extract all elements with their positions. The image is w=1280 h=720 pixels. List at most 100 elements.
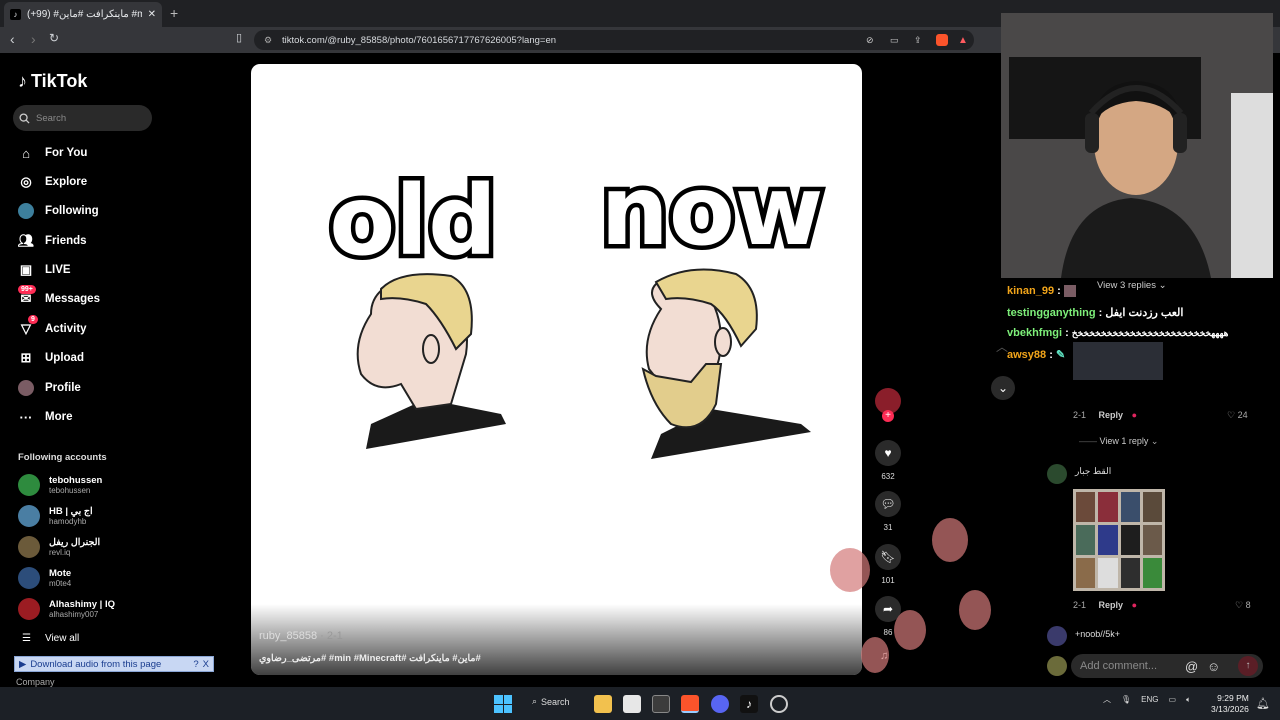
reply-button[interactable]: Reply (1099, 600, 1124, 610)
nav-friends[interactable]: 👥︎ Friends (18, 231, 87, 251)
notifications-icon[interactable]: 🔔︎ (1256, 697, 1270, 710)
account-item[interactable]: tebohussen tebohussen (18, 474, 102, 496)
post-hashtags[interactable]: مرتضى_رضاوي# #min #Minecraft# ماين# ماين… (259, 653, 481, 664)
search-icon (19, 112, 30, 124)
reload-icon[interactable]: ↻ (49, 31, 59, 45)
address-bar[interactable]: ⚙ tiktok.com/@ruby_85858/photo/760165671… (254, 30, 974, 50)
url-text: tiktok.com/@ruby_85858/photo/76016567177… (282, 34, 557, 46)
site-settings-icon[interactable]: ⚙ (264, 35, 272, 46)
streamer-webcam (1001, 13, 1273, 278)
emote-icon (1063, 285, 1076, 298)
share-page-icon[interactable]: ⇪ (914, 35, 922, 46)
account-item[interactable]: الجنرال ريفل revl.iq (18, 536, 100, 558)
view-all-link[interactable]: ☰ View all (22, 633, 79, 644)
post-author[interactable]: ruby_85858 · 2-1 (259, 630, 343, 642)
like-button[interactable]: ♥ 632 (874, 440, 902, 481)
upload-icon: ⊞ (20, 350, 32, 365)
browser-tab[interactable]: ♪ (+99) #ماينكرافت #ماين #min #t ✕ (4, 2, 162, 27)
nav-explore[interactable]: ◎ Explore (18, 172, 87, 192)
chat-message: awsy88 : ✎ (1007, 349, 1066, 361)
home-icon: ⌂ (22, 145, 30, 161)
tiktok-app-icon[interactable]: ♪ (740, 695, 758, 713)
help-button[interactable]: ? (193, 659, 198, 670)
heart-outline-icon: ♡ (1235, 600, 1244, 610)
avatar[interactable] (1047, 626, 1067, 646)
brave-browser-icon[interactable] (681, 695, 699, 713)
nav-activity[interactable]: ▽ Activity 9 (18, 315, 87, 339)
language-indicator[interactable]: ENG (1141, 695, 1158, 704)
app-icon[interactable] (652, 695, 670, 713)
comment-like-button[interactable]: ♡ 8 (1235, 600, 1251, 611)
activity-badge: 9 (28, 315, 38, 324)
meme-image: old now (325, 151, 828, 459)
avatar[interactable] (1047, 464, 1067, 484)
nav-profile[interactable]: Profile (18, 378, 81, 398)
back-icon[interactable]: ‹ (10, 31, 15, 47)
brave-shield-icon[interactable] (936, 34, 948, 46)
view-replies-link[interactable]: View 3 replies ⌄ (1097, 280, 1167, 291)
store-icon[interactable] (623, 695, 641, 713)
comment-image[interactable] (1073, 489, 1165, 591)
account-item[interactable]: Alhashimy | IQ alhashimy007 (18, 598, 115, 620)
brave-rewards-icon[interactable]: ▲ (958, 35, 968, 46)
mention-icon[interactable]: @ (1185, 659, 1198, 674)
bookmark-icon[interactable]: ▯ (236, 31, 242, 44)
obs-icon[interactable] (770, 695, 788, 713)
tiktok-note-icon: ♪ (18, 71, 27, 91)
creator-liked-icon: ● (1131, 600, 1137, 610)
discord-icon[interactable] (711, 695, 729, 713)
taskbar-clock[interactable]: 9:29 PM 3/13/2026 (1211, 693, 1249, 715)
post-comment-button[interactable]: ↑ (1238, 656, 1258, 676)
nav-more[interactable]: ··· More (18, 407, 73, 427)
network-icon[interactable]: ▭ (1169, 695, 1177, 704)
next-post-chevron-icon[interactable]: ⌄ (991, 376, 1015, 400)
webcam-image (1001, 13, 1273, 278)
comment-text: القط جبار (1075, 466, 1112, 476)
nav-following[interactable]: Following (18, 201, 99, 221)
prev-post-chevron-icon[interactable]: ︿ (996, 338, 1008, 355)
tab-title: (+99) #ماينكرافت #ماين #min #t (27, 9, 142, 20)
comments-panel: 2-1 Reply ● ♡ 24 —— View 1 reply ⌄ القط … (1031, 380, 1280, 680)
cast-icon[interactable]: ▭ (890, 35, 899, 46)
translate-icon[interactable]: ⊘ (866, 35, 874, 46)
play-icon: ▶ (19, 658, 27, 670)
add-comment-input[interactable]: Add comment... @ ☺ (1071, 654, 1263, 678)
photo-post[interactable]: old now ruby_85858 · 2-1 مرتضى_رضاوي# #m… (251, 64, 862, 675)
search-input[interactable]: Search (13, 105, 152, 131)
search-icon: ⌕ (532, 696, 538, 706)
avatar (18, 598, 40, 620)
download-audio-bar[interactable]: ▶ Download audio from this page ? X (14, 656, 214, 672)
following-accounts-heading: Following accounts (18, 452, 107, 463)
nav-live[interactable]: ▣ LIVE (18, 260, 71, 280)
new-tab-button[interactable]: + (170, 5, 178, 21)
chat-message: testingganything : العب رزدنت ايفل (1007, 307, 1184, 319)
creator-avatar-button[interactable]: + (874, 388, 902, 422)
company-link[interactable]: Company (16, 677, 55, 687)
account-item[interactable]: Mote m0te4 (18, 567, 71, 589)
heart-outline-icon: ♡ (1227, 410, 1236, 420)
system-tray: ︿ 🎙︎ ENG ▭ 🔈︎ (1103, 694, 1191, 705)
follow-plus-icon[interactable]: + (882, 410, 894, 422)
comment-like-button[interactable]: ♡ 24 (1227, 410, 1248, 421)
nav-messages[interactable]: ✉ Messages 99+ (18, 285, 100, 309)
file-explorer-icon[interactable] (594, 695, 612, 713)
chevron-down-icon: ⌄ (1150, 436, 1159, 446)
microphone-icon[interactable]: 🎙︎ (1121, 695, 1131, 704)
avatar (18, 536, 40, 558)
profile-avatar-icon (18, 380, 34, 396)
forward-icon[interactable]: › (31, 31, 36, 47)
creator-liked-icon: ● (1131, 410, 1137, 420)
tiktok-logo[interactable]: ♪ TikTok (18, 71, 87, 92)
account-item[interactable]: HB | اج بي hamodyhb (18, 505, 93, 527)
emoji-icon[interactable]: ☺ (1207, 659, 1220, 674)
view-replies-link[interactable]: —— View 1 reply ⌄ (1079, 436, 1158, 447)
close-tab-icon[interactable]: ✕ (148, 9, 156, 20)
taskbar-search[interactable]: ⌕ Search (532, 696, 570, 707)
windows-start-icon[interactable] (494, 695, 512, 713)
volume-icon[interactable]: 🔈︎ (1186, 695, 1191, 705)
tray-overflow-icon[interactable]: ︿ (1103, 694, 1111, 705)
reply-button[interactable]: Reply (1099, 410, 1124, 420)
nav-upload[interactable]: ⊞ Upload (18, 348, 84, 368)
nav-for-you[interactable]: ⌂ For You (18, 143, 87, 163)
close-button[interactable]: X (203, 659, 213, 670)
